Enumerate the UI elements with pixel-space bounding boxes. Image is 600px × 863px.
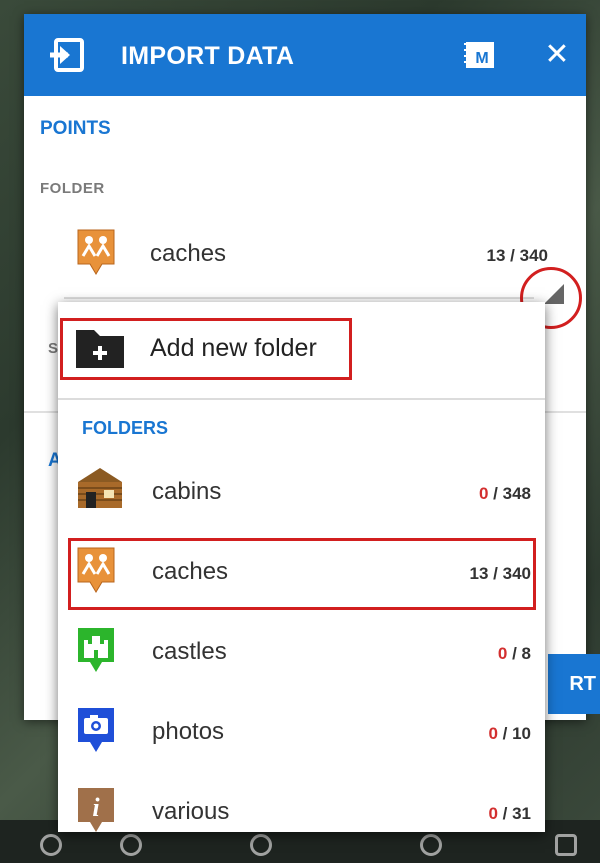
lock-icon[interactable] xyxy=(555,834,577,856)
locus-map-icon[interactable]: M xyxy=(460,36,498,74)
folder-selector[interactable]: caches 13 / 340 xyxy=(40,214,560,294)
folder-count: 0 / 8 xyxy=(497,644,531,663)
folder-name: various xyxy=(152,798,230,825)
popup-separator xyxy=(58,398,545,400)
folders-section-title: FOLDERS xyxy=(82,418,169,438)
photo-marker-icon xyxy=(78,708,114,752)
svg-text:i: i xyxy=(92,793,100,822)
cabin-icon xyxy=(78,468,122,508)
annotation-rect-add-folder xyxy=(60,318,352,380)
selected-folder-name: caches xyxy=(150,240,227,267)
annotation-rect-caches xyxy=(68,538,536,610)
folder-name: castles xyxy=(152,638,227,665)
hidden-section-letter: S xyxy=(48,340,59,357)
selected-folder-count: 13 / 340 xyxy=(486,246,548,265)
folder-item-cabins[interactable]: cabins 0 / 348 xyxy=(58,452,545,532)
locus-badge: M xyxy=(475,50,488,67)
cache-marker-icon xyxy=(77,229,115,275)
import-button[interactable]: RT xyxy=(548,654,600,714)
dialog-header: IMPORT DATA M ✕ xyxy=(24,14,586,96)
info-marker-icon: i xyxy=(78,788,114,832)
points-section-title: POINTS xyxy=(40,118,111,139)
folder-name: photos xyxy=(152,718,225,745)
folder-name: cabins xyxy=(152,478,222,505)
folder-item-various[interactable]: i various 0 / 31 xyxy=(58,772,545,852)
close-icon[interactable]: ✕ xyxy=(540,38,574,72)
folder-selector-underline xyxy=(64,297,534,299)
folder-count: 0 / 10 xyxy=(488,724,531,743)
folder-item-castles[interactable]: castles 0 / 8 xyxy=(58,612,545,692)
folder-count: 0 / 31 xyxy=(488,804,531,823)
castle-marker-icon xyxy=(78,628,114,672)
folder-item-photos[interactable]: photos 0 / 10 xyxy=(58,692,545,772)
folder-label: FOLDER xyxy=(40,180,105,197)
import-icon xyxy=(50,38,84,72)
dialog-title: IMPORT DATA xyxy=(121,42,295,70)
folder-count: 0 / 348 xyxy=(478,484,531,503)
